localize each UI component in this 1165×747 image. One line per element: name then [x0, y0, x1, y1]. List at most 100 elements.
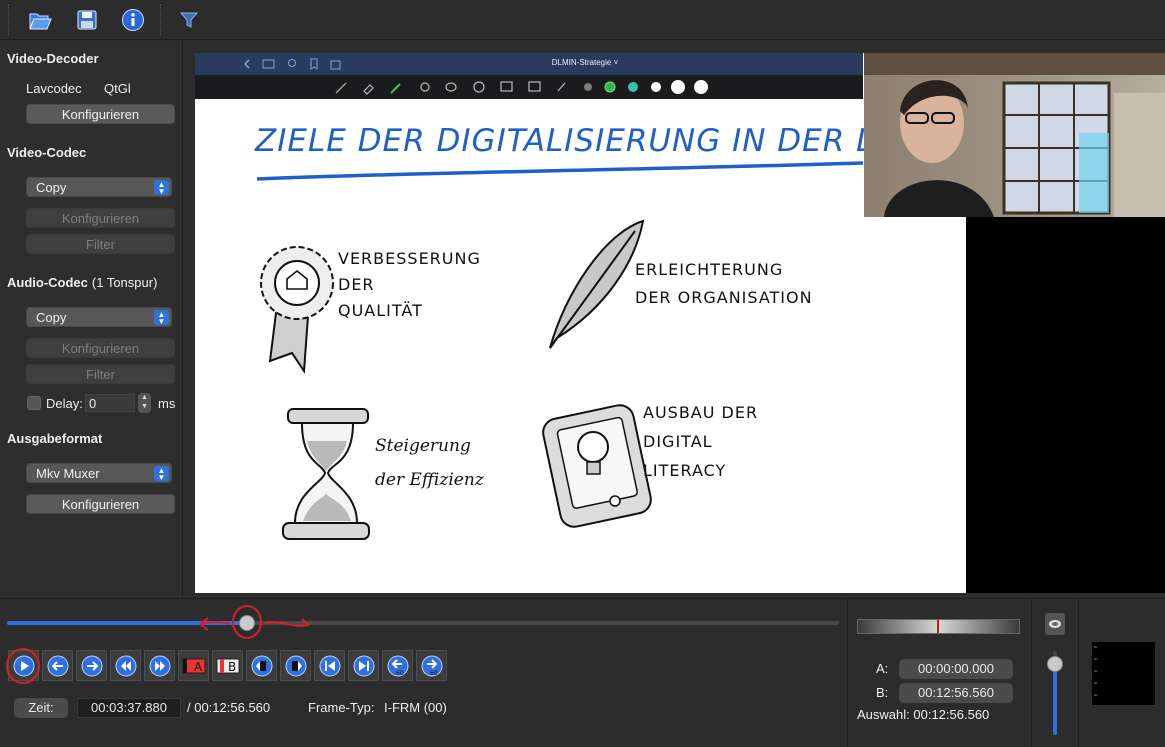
panel-divider	[847, 599, 848, 747]
video-codec-configure-button[interactable]: Konfigurieren	[26, 208, 175, 228]
item-quality-line2: DER	[338, 275, 375, 294]
forward-60s-button[interactable]: 60	[416, 650, 447, 681]
marker-b-label: B:	[876, 685, 889, 700]
fast-forward-icon	[149, 655, 170, 676]
pen-toolbar-icons	[335, 80, 708, 95]
audio-codec-select[interactable]: Copy ▲ ▼	[26, 307, 172, 327]
play-annotation-circle	[6, 648, 40, 684]
feather-drawing	[549, 219, 645, 349]
next-black-frame-icon	[285, 655, 306, 676]
selection-timeline[interactable]	[857, 619, 1020, 634]
open-folder-icon[interactable]	[26, 6, 54, 34]
forward-60s-icon: 60	[421, 655, 442, 677]
item-efficiency-line1: Steigerung	[375, 436, 471, 456]
back-60s-button[interactable]: 60	[382, 650, 413, 681]
webcam-overlay	[864, 53, 1165, 217]
item-literacy-line1: AUSBAU DER	[643, 403, 759, 422]
back-60s-icon: 60	[387, 655, 408, 677]
delay-stepper[interactable]: ▲ ▼	[138, 393, 151, 413]
audio-codec-title-text: Audio-Codec	[7, 275, 88, 290]
video-decoder-configure-button[interactable]: Konfigurieren	[26, 104, 175, 124]
item-literacy-line2: DIGITAL	[643, 432, 713, 451]
toolbar-separator	[160, 4, 161, 36]
volume-slider-handle[interactable]	[1047, 655, 1063, 672]
audio-codec-title: Audio-Codec (1 Tonspur)	[7, 275, 157, 290]
frame-type-label: Frame-Typ:	[308, 700, 375, 715]
marker-b-value[interactable]: 00:12:56.560	[899, 683, 1013, 703]
delay-checkbox[interactable]	[27, 396, 41, 410]
chevron-updown-icon: ▲ ▼	[154, 310, 169, 326]
app-window: Video-Decoder Lavcodec QtGl Konfiguriere…	[0, 0, 1165, 747]
item-organisation-line1: ERLEICHTERUNG	[635, 260, 784, 279]
audio-codec-configure-button[interactable]: Konfigurieren	[26, 338, 175, 358]
whiteboard-heading: ZIELE DER DIGITALISIERUNG IN DER LEHRE	[255, 123, 963, 159]
lavcodec-option[interactable]: Lavcodec	[26, 81, 82, 96]
svg-text:60: 60	[430, 670, 438, 677]
notes-app-tool-bar	[195, 75, 863, 99]
go-end-icon	[353, 655, 374, 676]
frame-type-value: I-FRM (00)	[384, 700, 447, 715]
prev-black-frame-button[interactable]	[246, 650, 277, 681]
selection-label-text: Auswahl:	[857, 707, 910, 722]
chevron-updown-icon: ▲ ▼	[154, 180, 169, 196]
selection-value: 00:12:56.560	[913, 707, 990, 722]
selection-position-marker	[937, 620, 939, 633]
item-efficiency-line2: der Effizienz	[375, 470, 484, 490]
time-label-button[interactable]: Zeit:	[14, 698, 68, 718]
fast-forward-button[interactable]	[144, 650, 175, 681]
video-codec-select[interactable]: Copy ▲ ▼	[26, 177, 172, 197]
qtgl-option[interactable]: QtGl	[104, 81, 131, 96]
item-organisation-line2: DER ORGANISATION	[635, 288, 813, 307]
video-codec-value: Copy	[36, 180, 67, 195]
audio-codec-value: Copy	[36, 310, 67, 325]
volume-slider[interactable]	[1047, 651, 1063, 735]
set-marker-b-button[interactable]: B	[212, 650, 243, 681]
current-time-input[interactable]: 00:03:37.880	[77, 698, 181, 718]
marker-a-value[interactable]: 00:00:00.000	[899, 659, 1013, 679]
marker-a-label: A:	[876, 661, 889, 676]
delay-unit: ms	[158, 396, 176, 411]
go-end-button[interactable]	[348, 650, 379, 681]
rewind-icon	[115, 655, 136, 676]
audio-track-count: (1 Tonspur)	[91, 275, 158, 290]
delay-label: Delay:	[46, 396, 83, 411]
whiteboard-item-organisation: ERLEICHTERUNG DER ORGANISATION	[635, 256, 813, 312]
item-literacy-line3: LITERACY	[643, 461, 727, 480]
next-black-frame-button[interactable]	[280, 650, 311, 681]
toolbar	[0, 0, 1165, 40]
info-icon[interactable]	[119, 6, 147, 34]
save-icon[interactable]	[73, 6, 101, 34]
video-decoder-title: Video-Decoder	[7, 51, 99, 66]
notes-app-title: DLMIN-Strategie ˅	[551, 58, 619, 67]
mute-button[interactable]	[1045, 613, 1065, 635]
item-quality-line1: VERBESSERUNG	[338, 249, 481, 268]
prev-frame-button[interactable]	[42, 650, 73, 681]
volume-slider-fill	[1053, 663, 1057, 735]
quality-badge-drawing	[260, 246, 334, 374]
output-format-value: Mkv Muxer	[36, 466, 100, 481]
set-marker-a-button[interactable]: A	[178, 650, 209, 681]
delay-input[interactable]: 0	[85, 394, 135, 412]
filter-icon[interactable]	[175, 6, 203, 34]
hourglass-drawing	[282, 408, 370, 540]
panel-divider	[1078, 599, 1079, 747]
video-codec-title: Video-Codec	[7, 145, 87, 160]
set-marker-b-icon: B	[216, 658, 239, 674]
output-format-select[interactable]: Mkv Muxer ▲ ▼	[26, 463, 172, 483]
video-filter-button[interactable]: Filter	[26, 234, 175, 254]
go-start-button[interactable]	[314, 650, 345, 681]
toolbar-separator	[8, 4, 9, 36]
panel-divider	[1031, 599, 1032, 747]
whiteboard-item-literacy: AUSBAU DER DIGITAL LITERACY	[643, 398, 758, 485]
next-frame-button[interactable]	[76, 650, 107, 681]
svg-text:60: 60	[396, 670, 404, 677]
audio-meter-ticks	[1094, 646, 1097, 696]
rewind-button[interactable]	[110, 650, 141, 681]
phone-lightbulb-drawing	[542, 404, 652, 528]
audio-filter-button[interactable]: Filter	[26, 364, 175, 384]
output-format-title: Ausgabeformat	[7, 431, 103, 446]
chevron-updown-icon: ▲ ▼	[154, 466, 169, 482]
output-configure-button[interactable]: Konfigurieren	[26, 494, 175, 514]
svg-text:B: B	[228, 660, 236, 674]
selection-label: Auswahl: 00:12:56.560	[857, 707, 989, 722]
